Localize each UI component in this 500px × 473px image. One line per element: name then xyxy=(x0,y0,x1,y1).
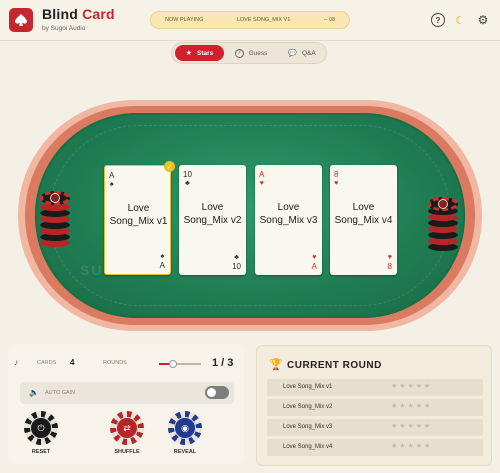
rounds-slider-handle[interactable] xyxy=(169,360,177,368)
eye-icon: ◉ xyxy=(174,417,196,439)
round-row-name: Love Song_Mix v1 xyxy=(283,384,333,390)
reveal-button[interactable]: ◉ xyxy=(168,411,202,445)
star-rating[interactable]: ★★★★★ xyxy=(391,442,432,450)
app-title: Blind Card xyxy=(42,6,115,22)
header-divider xyxy=(0,40,500,41)
heart-icon: ♥ xyxy=(334,180,339,187)
speaker-icon: 🔈 xyxy=(29,388,39,397)
tab-stars-label: Stars xyxy=(197,49,214,57)
chip-top xyxy=(428,197,458,211)
auto-gain-row: 🔈 AUTO GAIN xyxy=(20,382,234,404)
chat-icon: 💬 xyxy=(288,50,297,57)
reset-label: RESET xyxy=(31,449,51,455)
card-title: Love Song_Mix v1 xyxy=(109,203,168,227)
card-rank-top: 8 ♥ xyxy=(334,170,339,187)
cards-value: 4 xyxy=(70,358,75,367)
app-title-accent: Card xyxy=(82,6,115,22)
app-subtitle: by Sugoi Audio xyxy=(42,25,86,32)
star-rating[interactable]: ★★★★★ xyxy=(391,402,432,410)
chip-stack-right xyxy=(428,197,458,257)
card-title: Love Song_Mix v3 xyxy=(259,202,318,226)
heart-icon: ♥ xyxy=(259,180,264,187)
check-icon: ✓ xyxy=(164,161,175,172)
app-header: Blind Card by Sugoi Audio NOW PLAYING LO… xyxy=(0,0,500,40)
round-row-3[interactable]: Love Song_Mix v3 ★★★★★ xyxy=(267,419,483,436)
star-icon: ★ xyxy=(185,50,192,57)
song-card-2[interactable]: 10 ♣ Love Song_Mix v2 ♣ 10 xyxy=(179,165,246,275)
chip-top xyxy=(40,191,70,205)
card-rank-bottom: ♠ A xyxy=(159,253,165,270)
round-row-1[interactable]: Love Song_Mix v1 ★★★★★ xyxy=(267,379,483,396)
club-icon: ♣ xyxy=(185,180,190,187)
round-row-name: Love Song_Mix v2 xyxy=(283,404,333,410)
chip-stack-left xyxy=(40,191,70,251)
round-row-2[interactable]: Love Song_Mix v2 ★★★★★ xyxy=(267,399,483,416)
logo xyxy=(9,8,33,32)
app-title-main: Blind xyxy=(42,6,78,22)
card-title: Love Song_Mix v2 xyxy=(183,202,242,226)
tab-qa[interactable]: 💬 Q&A xyxy=(278,45,326,61)
trophy-icon: 🏆 xyxy=(269,359,283,371)
shuffle-icon: ⇄ xyxy=(116,417,138,439)
now-playing-track: LOVE SONG_MIX V1 xyxy=(236,17,291,23)
tab-qa-label: Q&A xyxy=(301,49,316,57)
shuffle-label: SHUFFLE xyxy=(114,449,140,455)
cards-label: CARDS xyxy=(37,360,57,366)
music-note-icon: ♪ xyxy=(14,358,18,367)
rounds-label: ROUNDS xyxy=(103,360,127,366)
now-playing-bar[interactable]: NOW PLAYING LOVE SONG_MIX V1 -- 08 xyxy=(150,11,350,29)
gear-icon[interactable]: ⚙ xyxy=(476,13,490,27)
spade-icon xyxy=(15,14,27,26)
heart-icon: ♥ xyxy=(387,254,392,261)
round-row-4[interactable]: Love Song_Mix v4 ★★★★★ xyxy=(267,439,483,456)
star-rating[interactable]: ★★★★★ xyxy=(391,422,432,430)
now-playing-label: NOW PLAYING xyxy=(165,17,204,23)
song-card-1[interactable]: ✓ A ♠ Love Song_Mix v1 ♠ A xyxy=(104,161,175,275)
card-rank-bottom: ♣ 10 xyxy=(232,254,241,271)
round-row-name: Love Song_Mix v4 xyxy=(283,444,333,450)
card-rank-bottom: ♥ 8 xyxy=(387,254,392,271)
reset-button[interactable]: ⏻ xyxy=(24,411,58,445)
current-round-panel: 🏆 CURRENT ROUND Love Song_Mix v1 ★★★★★ L… xyxy=(256,345,492,466)
help-icon[interactable]: ? xyxy=(431,13,445,27)
rounds-value: 1 / 3 xyxy=(212,357,234,369)
heart-icon: ♥ xyxy=(312,254,317,261)
auto-gain-toggle[interactable] xyxy=(205,386,229,399)
moon-icon[interactable]: ☾ xyxy=(453,13,467,27)
card-rank-bottom: ♥ A xyxy=(311,254,317,271)
tab-guess[interactable]: ? Guess xyxy=(227,45,275,61)
song-card-4[interactable]: 8 ♥ Love Song_Mix v4 ♥ 8 xyxy=(330,165,397,275)
card-rank-top: 10 ♣ xyxy=(183,170,192,187)
card-rank-top: A ♠ xyxy=(109,171,115,188)
shuffle-button[interactable]: ⇄ xyxy=(110,411,144,445)
question-icon: ? xyxy=(234,48,244,58)
card-title: Love Song_Mix v4 xyxy=(334,202,393,226)
mode-tabs: ★ Stars ? Guess 💬 Q&A xyxy=(171,42,327,64)
power-icon: ⏻ xyxy=(30,417,52,439)
spade-icon: ♠ xyxy=(109,181,114,188)
tab-stars[interactable]: ★ Stars xyxy=(175,45,224,61)
tab-guess-label: Guess xyxy=(248,49,268,57)
auto-gain-label: AUTO GAIN xyxy=(45,390,76,396)
reveal-label: REVEAL xyxy=(173,449,197,455)
club-icon: ♣ xyxy=(234,254,239,261)
now-playing-time: -- 08 xyxy=(323,17,335,23)
card-rank-top: A ♥ xyxy=(259,170,265,187)
current-round-title: CURRENT ROUND xyxy=(287,360,382,371)
star-rating[interactable]: ★★★★★ xyxy=(391,382,432,390)
song-card-3[interactable]: A ♥ Love Song_Mix v3 ♥ A xyxy=(255,165,322,275)
spade-icon: ♠ xyxy=(160,253,165,260)
round-row-name: Love Song_Mix v3 xyxy=(283,424,333,430)
